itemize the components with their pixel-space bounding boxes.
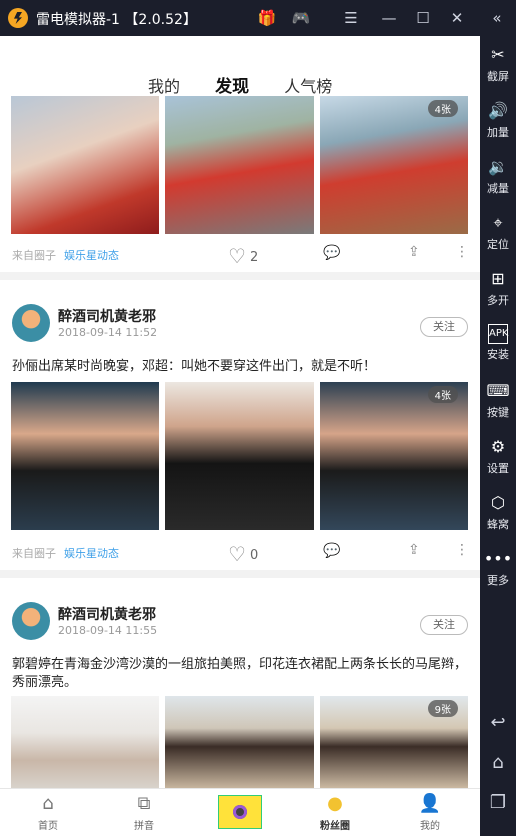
- avatar[interactable]: [12, 602, 50, 640]
- share-icon[interactable]: ⇪: [408, 542, 420, 558]
- volume-up-button[interactable]: 🔊 加量: [480, 100, 516, 140]
- comment-icon[interactable]: 💬: [323, 245, 340, 261]
- post-photo[interactable]: 4张: [320, 382, 468, 530]
- photo-count-badge: 4张: [427, 386, 458, 403]
- post-photo[interactable]: 4张: [320, 96, 468, 234]
- tab-popular[interactable]: 人气榜: [284, 77, 332, 96]
- tab-discover[interactable]: 发现: [215, 77, 249, 97]
- apk-icon: APK: [488, 324, 508, 344]
- volume-down-icon: 🔉: [488, 157, 508, 176]
- settings-button[interactable]: ⚙ 设置: [480, 436, 516, 476]
- top-tab-bar: 我的 发现 人气榜: [0, 36, 480, 97]
- hive-icon: ⬡: [491, 493, 505, 512]
- emulator-titlebar: 雷电模拟器-1 【2.0.52】 🎁 🎮 ☰ — ☐ ✕ «: [0, 0, 516, 36]
- screenshot-button[interactable]: ✂ 截屏: [480, 44, 516, 84]
- post-card[interactable]: 醉酒司机黄老邪 2018-09-14 11:52 关注 孙俪出席某时尚晚宴，邓超…: [0, 280, 480, 570]
- nav-puzzle[interactable]: ⧉ 拼音: [114, 793, 174, 832]
- multi-instance-icon: ⊞: [491, 269, 505, 288]
- gear-icon: ⚙: [490, 437, 506, 456]
- post-photo[interactable]: [11, 96, 159, 234]
- follow-button[interactable]: 关注: [420, 317, 468, 337]
- follow-button[interactable]: 关注: [420, 615, 468, 635]
- more-options-icon[interactable]: ⋮: [455, 542, 469, 558]
- avatar[interactable]: [12, 304, 50, 342]
- fan-circle-icon: ●: [327, 793, 343, 814]
- gamepad-icon[interactable]: 🎮: [290, 9, 312, 27]
- nav-fan-circle[interactable]: ● 粉丝圈: [305, 793, 365, 832]
- post-photo[interactable]: [165, 696, 314, 788]
- user-name[interactable]: 醉酒司机黄老邪: [58, 604, 156, 624]
- more-button[interactable]: ••• 更多: [480, 548, 516, 588]
- nav-home[interactable]: ⌂ 首页: [18, 793, 78, 832]
- user-name[interactable]: 醉酒司机黄老邪: [58, 306, 156, 326]
- puzzle-icon: ⧉: [137, 793, 151, 814]
- circle-link[interactable]: 娱乐星动态: [64, 249, 119, 262]
- home-icon[interactable]: ⌂: [480, 752, 516, 773]
- maximize-icon[interactable]: ☐: [412, 9, 434, 27]
- heart-icon: ♡: [228, 244, 246, 268]
- bottom-nav: ⌂ 首页 ⧉ 拼音 ● 粉丝圈 👤 我的: [0, 788, 480, 836]
- post-card[interactable]: 4张 来自圈子 娱乐星动态 ♡ 2 💬 ⇪ ⋮: [0, 96, 480, 272]
- scissors-icon: ✂: [491, 45, 505, 64]
- more-options-icon[interactable]: ⋮: [455, 244, 469, 260]
- user-icon: 👤: [418, 793, 442, 814]
- close-icon[interactable]: ✕: [446, 9, 468, 27]
- tab-mine[interactable]: 我的: [148, 77, 180, 96]
- post-photo[interactable]: [11, 696, 159, 788]
- circle-link[interactable]: 娱乐星动态: [64, 547, 119, 560]
- location-button[interactable]: ⌖ 定位: [480, 212, 516, 252]
- post-text[interactable]: 孙俪出席某时尚晚宴，邓超：叫她不要穿这件出门，就是不听！: [12, 358, 468, 376]
- multi-instance-button[interactable]: ⊞ 多开: [480, 268, 516, 308]
- like-button[interactable]: ♡ 0: [228, 542, 258, 566]
- minimize-icon[interactable]: —: [378, 9, 400, 27]
- post-card[interactable]: 醉酒司机黄老邪 2018-09-14 11:55 关注 郭碧婷在青海金沙湾沙漠的…: [0, 578, 480, 788]
- app-logo-icon: [8, 8, 28, 28]
- install-apk-button[interactable]: APK 安装: [480, 324, 516, 362]
- comment-icon[interactable]: 💬: [323, 543, 340, 559]
- window-title: 雷电模拟器-1 【2.0.52】: [36, 12, 197, 28]
- post-photo[interactable]: [11, 382, 159, 530]
- post-text[interactable]: 郭碧婷在青海金沙湾沙漠的一组旅拍美照，印花连衣裙配上两条长长的马尾辫，秀丽漂亮。: [12, 656, 468, 692]
- hive-button[interactable]: ⬡ 蜂窝: [480, 492, 516, 532]
- photo-count-badge: 9张: [427, 700, 458, 717]
- post-photo[interactable]: [165, 382, 314, 530]
- recent-apps-icon[interactable]: ❐: [480, 792, 516, 813]
- post-date: 2018-09-14 11:52: [58, 326, 158, 339]
- volume-down-button[interactable]: 🔉 减量: [480, 156, 516, 196]
- gift-icon[interactable]: 🎁: [256, 9, 278, 27]
- post-source: 来自圈子 娱乐星动态: [12, 249, 119, 262]
- post-date: 2018-09-14 11:55: [58, 624, 158, 637]
- volume-up-icon: 🔊: [488, 101, 508, 120]
- emulator-sidebar: ✂ 截屏 🔊 加量 🔉 减量 ⌖ 定位 ⊞ 多开 APK 安装 ⌨ 按键 ⚙ 设置 ⬡ 蜂窝 ••…: [480, 36, 516, 836]
- back-icon[interactable]: ↩: [480, 712, 516, 733]
- post-photo[interactable]: [165, 96, 314, 234]
- photo-count-badge: 4张: [427, 100, 458, 117]
- camera-icon[interactable]: [218, 795, 262, 829]
- post-source: 来自圈子 娱乐星动态: [12, 547, 119, 560]
- keyboard-icon: ⌨: [486, 381, 510, 400]
- post-photo[interactable]: 9张: [320, 696, 468, 788]
- like-button[interactable]: ♡ 2: [228, 244, 258, 268]
- menu-icon[interactable]: ☰: [340, 9, 362, 27]
- heart-icon: ♡: [228, 542, 246, 566]
- app-screen: 我的 发现 人气榜 4张 来自圈子 娱乐星动态 ♡ 2 💬 ⇪ ⋮ 醉酒司机黄老邪 …: [0, 36, 480, 836]
- share-icon[interactable]: ⇪: [408, 244, 420, 260]
- more-icon: •••: [483, 549, 513, 568]
- collapse-icon[interactable]: «: [486, 9, 508, 27]
- keymap-button[interactable]: ⌨ 按键: [480, 380, 516, 420]
- nav-mine[interactable]: 👤 我的: [400, 793, 460, 832]
- home-icon: ⌂: [42, 793, 54, 814]
- location-icon: ⌖: [493, 213, 503, 232]
